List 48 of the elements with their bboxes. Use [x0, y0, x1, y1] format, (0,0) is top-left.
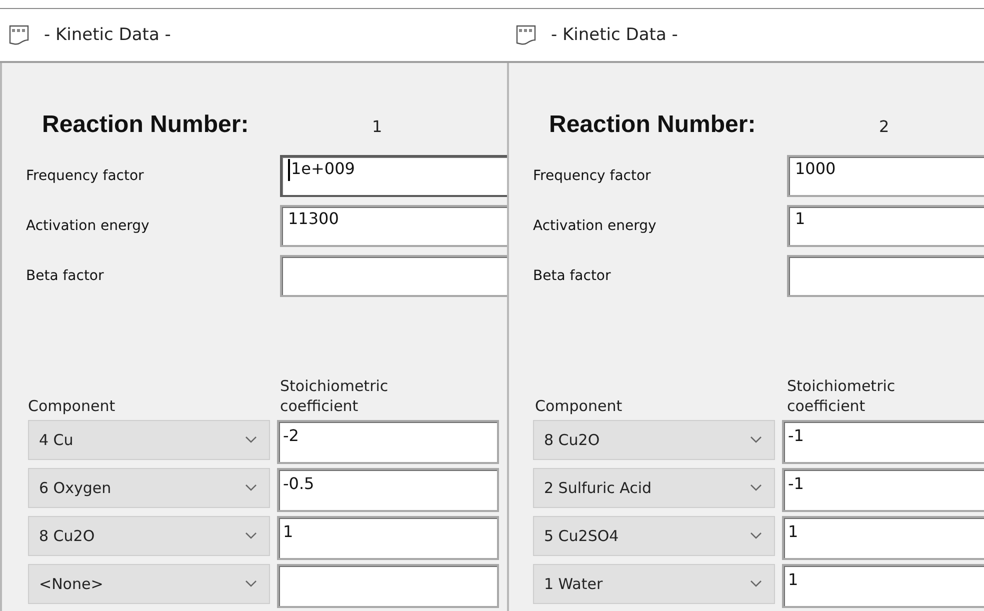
input-field[interactable]	[277, 564, 499, 608]
input-field[interactable]: -0.5	[277, 468, 499, 512]
chevron-down-icon	[245, 532, 257, 540]
input-field[interactable]: 1e+009	[280, 155, 507, 197]
input-field[interactable]: 1	[782, 564, 984, 608]
component-dropdown[interactable]: 1 Water	[533, 564, 775, 604]
input-field[interactable]	[787, 255, 984, 297]
parameter-label: Activation energy	[533, 218, 658, 234]
window-title: - Kinetic Data -	[551, 25, 678, 45]
chevron-down-icon	[245, 484, 257, 492]
input-field[interactable]: 11300	[280, 205, 507, 247]
window-title: - Kinetic Data -	[44, 25, 171, 45]
component-dropdown[interactable]: 8 Cu2O	[28, 516, 270, 556]
input-field[interactable]: -1	[782, 468, 984, 512]
input-field[interactable]: -1	[782, 420, 984, 464]
input-field[interactable]: 1	[782, 516, 984, 560]
reaction-number: 1	[372, 117, 382, 136]
parameter-label: Beta factor	[533, 268, 612, 284]
chevron-down-icon	[750, 532, 762, 540]
column-header: Component	[27, 396, 116, 416]
parameter-label: Frequency factor	[26, 168, 145, 184]
component-dropdown[interactable]: <None>	[28, 564, 270, 604]
parameter-label: Beta factor	[26, 268, 105, 284]
input-field[interactable]: 1	[277, 516, 499, 560]
reaction-number: 2	[879, 117, 890, 136]
column-header: Stoichiometric coefficient	[787, 377, 896, 416]
component-dropdown[interactable]: 5 Cu2SO4	[533, 516, 775, 556]
component-dropdown[interactable]: 6 Oxygen	[28, 468, 270, 508]
parameter-label: Frequency factor	[533, 168, 652, 184]
chevron-down-icon	[750, 580, 762, 588]
document-icon	[8, 24, 30, 46]
parameter-label: Activation energy	[26, 218, 150, 234]
reaction-number-label: Reaction Number:	[42, 111, 250, 139]
input-field[interactable]: 1	[787, 205, 984, 247]
input-field[interactable]: 1000	[787, 155, 984, 197]
component-dropdown[interactable]: 2 Sulfuric Acid	[533, 468, 775, 508]
chevron-down-icon	[750, 484, 762, 492]
input-field[interactable]: -2	[277, 420, 499, 464]
chevron-down-icon	[750, 436, 762, 444]
chevron-down-icon	[245, 580, 257, 588]
column-header: Component	[534, 396, 624, 416]
document-icon	[515, 24, 537, 46]
input-field[interactable]	[280, 255, 507, 297]
component-dropdown[interactable]: 4 Cu	[28, 420, 270, 460]
reaction-number-label: Reaction Number:	[549, 111, 757, 139]
column-header: Stoichiometric coefficient	[280, 377, 390, 416]
chevron-down-icon	[245, 436, 257, 444]
component-dropdown[interactable]: 8 Cu2O	[533, 420, 775, 460]
